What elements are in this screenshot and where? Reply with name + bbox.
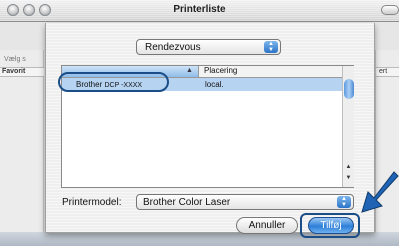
background-column-header: Favorit [0,67,44,77]
title-bar: Printerliste [0,0,399,22]
scroll-down-arrow-icon[interactable]: ▼ [343,173,354,183]
background-column-label: Favorit [2,68,26,75]
background-right-header: ert [376,67,399,77]
printer-location-cell: local. [205,80,224,89]
scroll-up-arrow-icon[interactable]: ▲ [343,162,354,172]
cancel-button[interactable]: Annuller [236,217,298,234]
sort-up-arrow-icon: ▲ [186,67,193,74]
printer-model-popup[interactable]: Brother Color Laser ▲ ▼ [136,194,354,210]
scrollbar-thumb[interactable] [344,79,354,99]
window-title: Printerliste [173,4,226,15]
up-down-arrows-icon: ▲ ▼ [337,196,351,208]
vertical-scrollbar[interactable]: ▲ ▼ [342,66,354,187]
connection-type-popup[interactable]: Rendezvous ▲ ▼ [136,39,281,55]
background-sidebar: Vælg s Favorit [0,50,44,246]
printer-model-label: Printermodel: [62,197,122,208]
connection-type-value: Rendezvous [145,42,201,53]
pointer-arrow-icon [361,171,399,213]
column-header-location[interactable]: Placering [204,66,237,75]
background-right-label: ert [379,68,388,75]
up-down-arrows-icon: ▲ ▼ [264,41,278,53]
add-printer-sheet: Rendezvous ▲ ▼ ▲ Placering Brother DCP -X… [45,23,375,234]
add-button-callout-outline [300,213,360,238]
background-sidebar-text: Vælg s [4,56,26,63]
printer-row-callout-outline [58,72,169,92]
toolbar-toggle-button[interactable] [381,5,399,15]
printer-model-value: Brother Color Laser [143,197,231,208]
